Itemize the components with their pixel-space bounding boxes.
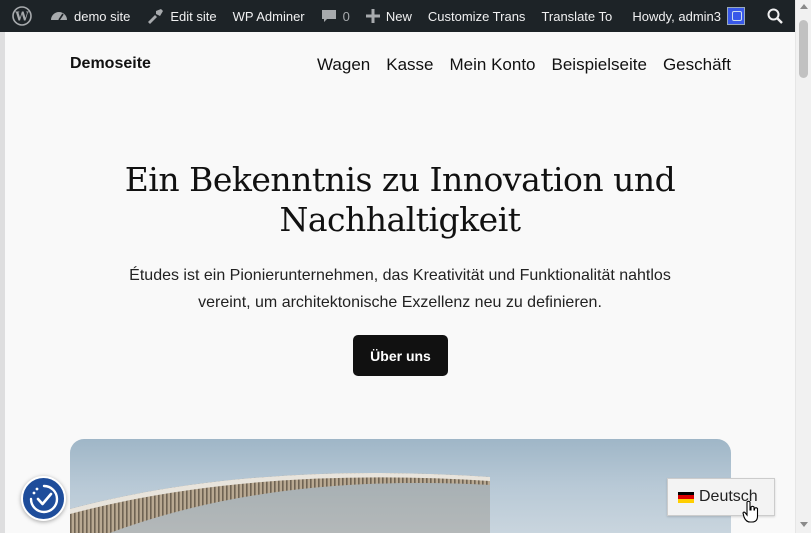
nav-item-kasse[interactable]: Kasse [386,55,433,75]
admin-bar-customize[interactable]: Customize Trans [420,0,534,32]
nav-item-geschaeft[interactable]: Geschäft [663,55,731,75]
avatar [727,7,745,25]
edit-site-label: Edit site [170,8,217,24]
comments-count: 0 [342,8,350,24]
german-flag-icon [678,491,694,503]
main-navigation: Wagen Kasse Mein Konto Beispielseite Ges… [317,55,731,75]
admin-bar-account[interactable]: Howdy, admin3 [624,0,753,32]
search-icon[interactable] [753,0,795,32]
accessibility-button[interactable] [21,476,66,521]
admin-bar-comments[interactable]: 0 [313,0,358,32]
admin-bar-new[interactable]: New [358,0,420,32]
comment-icon [321,8,337,24]
admin-bar-translate[interactable]: Translate To [533,0,620,32]
scroll-thumb[interactable] [799,20,808,78]
customize-label: Customize Trans [427,8,526,24]
scroll-down-icon[interactable] [800,522,808,527]
admin-bar: W demo site Edit site WP Adminer 0 New C… [0,0,795,32]
plus-icon [365,9,380,23]
accessibility-icon [29,484,58,513]
window-edge [0,32,5,533]
about-us-button[interactable]: Über uns [353,335,448,376]
wp-adminer-label: WP Adminer [232,8,305,24]
svg-text:W: W [14,10,29,24]
howdy-label: Howdy, admin3 [632,8,721,24]
site-title[interactable]: Demoseite [70,55,151,73]
dashboard-icon [50,8,68,24]
scroll-up-icon[interactable] [800,4,808,9]
translate-label: Translate To [541,8,613,24]
hand-cursor-icon [742,500,759,523]
scrollbar[interactable] [795,0,811,533]
admin-bar-edit-site[interactable]: Edit site [138,0,224,32]
hero-text: Études ist ein Pionierunternehmen, das K… [129,267,671,311]
nav-item-mein-konto[interactable]: Mein Konto [450,55,536,75]
new-label: New [385,8,412,24]
building-image [70,473,490,533]
hero-image [70,439,731,533]
nav-item-wagen[interactable]: Wagen [317,55,370,75]
site-name-label: demo site [74,8,131,24]
hero-title: Ein Bekenntnis zu Innovation und Nachhal… [124,160,676,239]
admin-bar-wp-adminer[interactable]: WP Adminer [225,0,313,32]
wordpress-logo-icon[interactable]: W [0,0,42,32]
brush-icon [146,8,164,24]
nav-item-beispielseite[interactable]: Beispielseite [552,55,647,75]
admin-bar-site[interactable]: demo site [42,0,138,32]
